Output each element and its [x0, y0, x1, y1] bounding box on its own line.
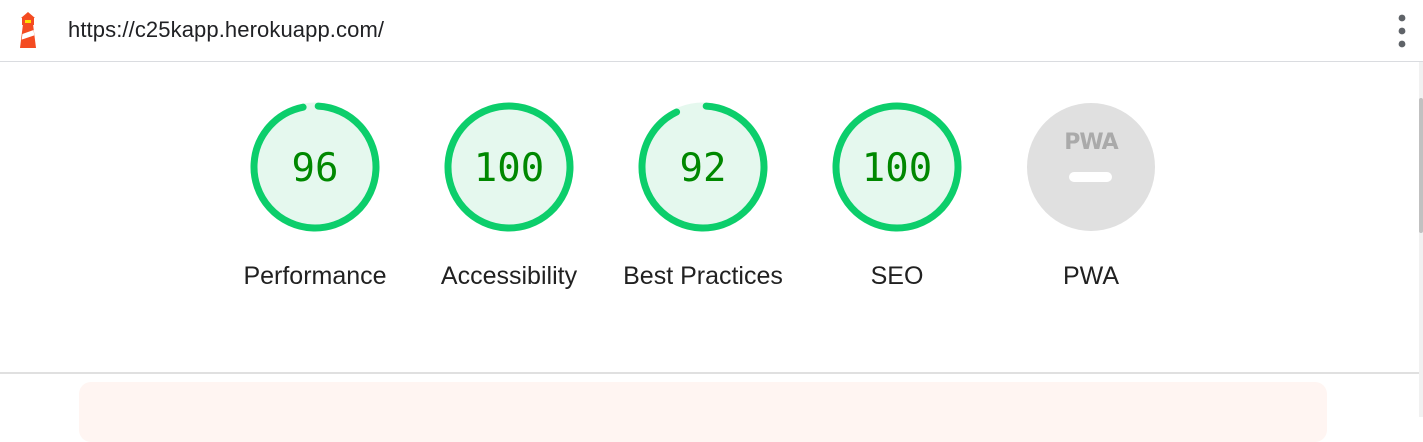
gauge-best-practices[interactable]: 92 Best Practices — [606, 102, 800, 296]
report-url[interactable]: https://c25kapp.herokuapp.com/ — [68, 17, 384, 43]
gauge-seo-ring: 100 — [832, 102, 962, 232]
gauge-best-practices-score: 92 — [680, 146, 727, 191]
gauge-best-practices-label: Best Practices — [623, 262, 783, 290]
gauge-seo[interactable]: 100 SEO — [800, 102, 994, 296]
gauge-performance-ring: 96 — [250, 102, 380, 232]
warning-box — [79, 382, 1327, 442]
gauge-accessibility-score: 100 — [474, 146, 544, 191]
pwa-dash-icon — [1069, 172, 1112, 182]
pwa-badge-icon: PWA — [1027, 103, 1155, 231]
gauge-accessibility[interactable]: 100 Accessibility — [412, 102, 606, 296]
lighthouse-icon — [20, 12, 36, 48]
gauge-best-practices-ring: 92 — [638, 102, 768, 232]
gauge-accessibility-label: Accessibility — [440, 262, 578, 290]
gauge-pwa-label: PWA — [1062, 262, 1120, 290]
gauge-performance-score: 96 — [292, 146, 339, 191]
more-vert-icon[interactable] — [1392, 12, 1412, 52]
section-divider — [0, 372, 1419, 374]
gauge-seo-score: 100 — [862, 146, 932, 191]
score-gauges: 96 Performance 100 Accessibility 92 Best… — [0, 62, 1419, 372]
gauge-performance[interactable]: 96 Performance — [218, 102, 412, 296]
gauge-performance-label: Performance — [243, 262, 387, 290]
gauge-accessibility-ring: 100 — [444, 102, 574, 232]
scrollbar-thumb[interactable] — [1419, 98, 1423, 233]
gauge-pwa[interactable]: PWA PWA — [994, 102, 1188, 296]
pwa-badge-text: PWA — [1064, 130, 1118, 155]
gauge-seo-label: SEO — [870, 262, 924, 290]
report-topbar: https://c25kapp.herokuapp.com/ — [0, 0, 1423, 62]
